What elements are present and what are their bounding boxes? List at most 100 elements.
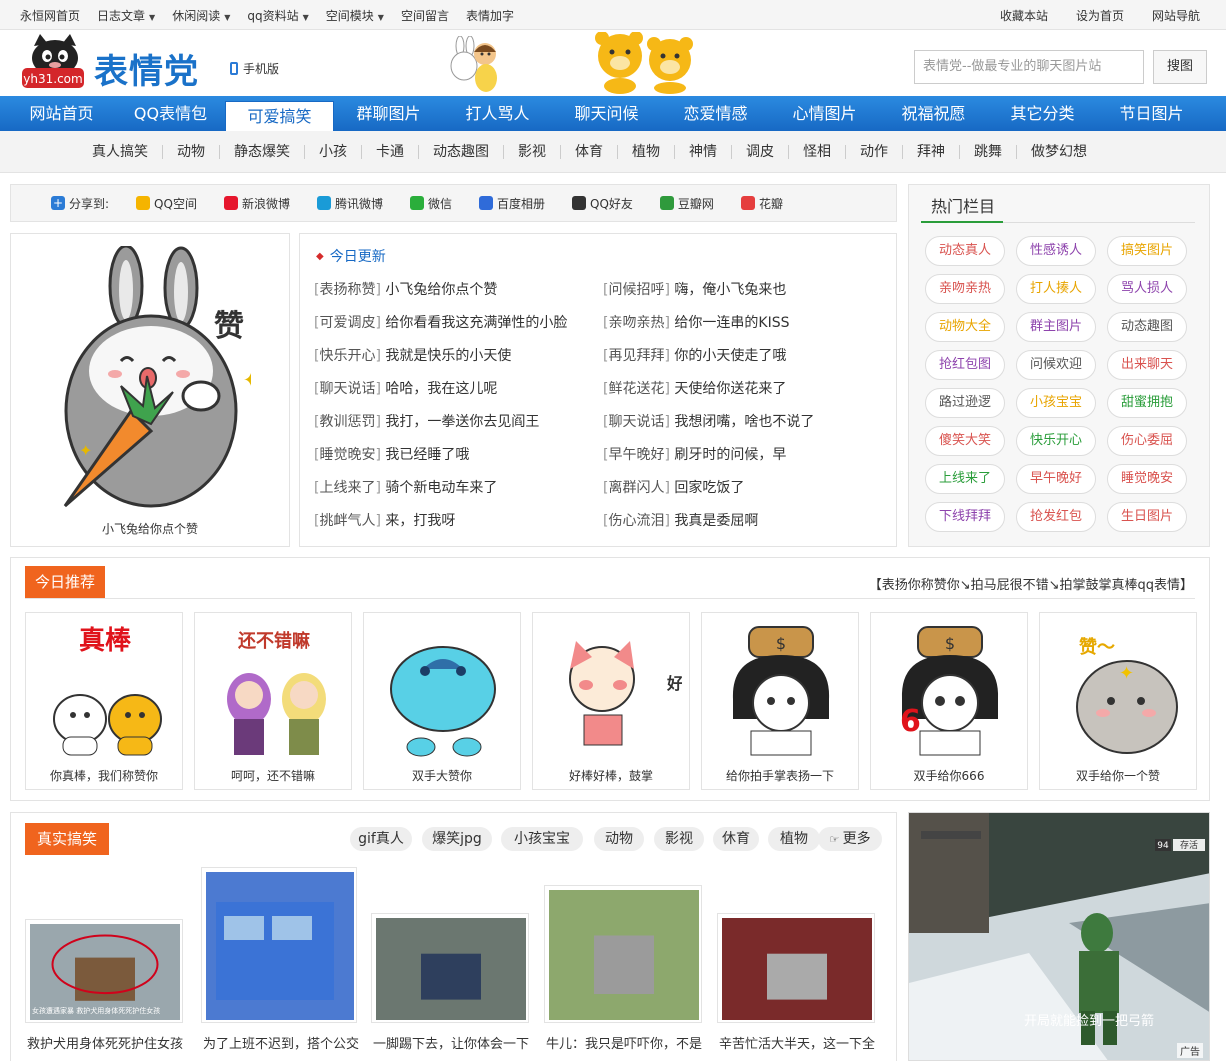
update-text[interactable]: 小飞兔给你点个赞 <box>385 282 497 298</box>
subnav-item[interactable]: 神情 <box>675 144 732 159</box>
update-text[interactable]: 天使给你送花来了 <box>674 381 786 397</box>
update-item[interactable]: [表扬称赞] 小飞兔给你点个赞 <box>314 279 497 299</box>
update-category[interactable]: 上线来了 <box>319 480 375 496</box>
update-text[interactable]: 我就是快乐的小天使 <box>385 348 511 364</box>
hot-tag[interactable]: 打人揍人 <box>1016 274 1096 304</box>
update-item[interactable]: [挑衅气人] 来，打我呀 <box>314 510 455 530</box>
nav-tab[interactable]: 打人骂人 <box>443 96 552 131</box>
subnav-item[interactable]: 卡通 <box>362 144 419 159</box>
update-text[interactable]: 嗨，俺小飞兔来也 <box>674 282 786 298</box>
update-text[interactable]: 来，打我呀 <box>385 513 455 529</box>
subnav-item[interactable]: 体育 <box>561 144 618 159</box>
hot-tag[interactable]: 小孩宝宝 <box>1016 388 1096 418</box>
share-2[interactable]: 腾讯微博 <box>316 195 383 212</box>
hot-tag[interactable]: 性感诱人 <box>1016 236 1096 266</box>
update-category[interactable]: 亲吻亲热 <box>608 315 664 331</box>
recommend-card-caption[interactable]: 呵呵，还不错嘛 <box>195 767 351 784</box>
subnav-item[interactable]: 拜神 <box>903 144 960 159</box>
funny-photo-caption[interactable]: 辛苦忙活大半天，这一下全 <box>719 1033 877 1052</box>
hot-tag[interactable]: 动态真人 <box>925 236 1005 266</box>
nav-tab[interactable]: 聊天问候 <box>552 96 661 131</box>
update-item[interactable]: [教训惩罚] 我打，一拳送你去见阎王 <box>314 411 539 431</box>
funny-tab[interactable]: 休育 <box>713 827 759 851</box>
update-category[interactable]: 聊天说话 <box>319 381 375 397</box>
update-item[interactable]: [亲吻亲热] 给你一连串的KISS <box>603 312 789 332</box>
recommend-card-caption[interactable]: 你真棒，我们称赞你 <box>26 767 182 784</box>
update-category[interactable]: 快乐开心 <box>319 348 375 364</box>
update-item[interactable]: [快乐开心] 我就是快乐的小天使 <box>314 345 511 365</box>
bookmark-link[interactable]: 收藏本站 <box>1000 7 1048 24</box>
nav-tab[interactable]: 其它分类 <box>988 96 1097 131</box>
funny-photo[interactable] <box>544 885 702 1023</box>
recommend-card-caption[interactable]: 好棒好棒，鼓掌 <box>533 767 689 784</box>
subnav-item[interactable]: 影视 <box>504 144 561 159</box>
recommend-card[interactable]: 好棒好棒好棒，鼓掌 <box>532 612 690 790</box>
hot-tag[interactable]: 搞笑图片 <box>1107 236 1187 266</box>
nav-tab[interactable]: 心情图片 <box>770 96 879 131</box>
hot-tag[interactable]: 问候欢迎 <box>1016 350 1096 380</box>
update-text[interactable]: 骑个新电动车来了 <box>385 480 497 496</box>
update-item[interactable]: [可爱调皮] 给你看看我这充满弹性的小脸 <box>314 312 567 332</box>
update-category[interactable]: 离群闪人 <box>608 480 664 496</box>
share-7[interactable]: 花瓣 <box>740 195 783 212</box>
update-category[interactable]: 可爱调皮 <box>319 315 375 331</box>
recommend-card[interactable]: $ 给你拍手掌表扬一下 <box>701 612 859 790</box>
subnav-item[interactable]: 动态趣图 <box>419 144 504 159</box>
game-advertisement[interactable]: 存活 94 开局就能捡到一把弓箭 广告 <box>908 812 1210 1061</box>
hot-tag[interactable]: 抢红包图 <box>925 350 1005 380</box>
feature-caption[interactable]: 小飞兔给你点个赞 <box>11 520 289 537</box>
nav-tab[interactable]: 网站首页 <box>7 96 116 131</box>
update-text[interactable]: 给你看看我这充满弹性的小脸 <box>385 315 567 331</box>
update-text[interactable]: 我已经睡了哦 <box>385 447 469 463</box>
recommend-card[interactable]: 还不错嘛 呵呵，还不错嘛 <box>194 612 352 790</box>
recommend-card[interactable]: 双手大赞你 <box>363 612 521 790</box>
hot-tag[interactable]: 睡觉晚安 <box>1107 464 1187 494</box>
subnav-item[interactable]: 动物 <box>163 144 220 159</box>
funny-tab[interactable]: 影视 <box>654 827 704 851</box>
update-item[interactable]: [睡觉晚安] 我已经睡了哦 <box>314 444 469 464</box>
update-item[interactable]: [问候招呼] 嗨，俺小飞兔来也 <box>603 279 786 299</box>
funny-photo[interactable]: 女孩遭遇家暴 救护犬用身体死死护住女孩 <box>25 919 183 1023</box>
update-text[interactable]: 我想闭嘴，啥也不说了 <box>674 414 814 430</box>
site-nav-link[interactable]: 网站导航 <box>1152 7 1200 24</box>
subnav-item[interactable]: 调皮 <box>732 144 789 159</box>
top-link-messages[interactable]: 空间留言 <box>401 7 449 24</box>
funny-tab[interactable]: 动物 <box>594 827 644 851</box>
share-6[interactable]: 豆瓣网 <box>659 195 714 212</box>
top-link-add-text[interactable]: 表情加字 <box>466 7 514 24</box>
subnav-item[interactable]: 静态爆笑 <box>220 144 305 159</box>
update-item[interactable]: [鲜花送花] 天使给你送花来了 <box>603 378 786 398</box>
update-text[interactable]: 回家吃饭了 <box>674 480 744 496</box>
funny-tab[interactable]: gif真人 <box>350 827 412 851</box>
share-4[interactable]: 百度相册 <box>479 195 545 212</box>
set-homepage-link[interactable]: 设为首页 <box>1076 7 1124 24</box>
update-item[interactable]: [再见拜拜] 你的小天使走了哦 <box>603 345 786 365</box>
share-1[interactable]: 新浪微博 <box>223 195 290 212</box>
logo-text[interactable]: 表情党 <box>94 44 199 93</box>
update-category[interactable]: 鲜花送花 <box>608 381 664 397</box>
funny-photo[interactable] <box>371 913 529 1023</box>
feature-image-box[interactable]: 赞 ✦ ✦ 小飞兔给你点个赞 <box>10 233 290 547</box>
top-link-home[interactable]: 永恒网首页 <box>20 7 80 24</box>
recommend-card-caption[interactable]: 给你拍手掌表扬一下 <box>702 767 858 784</box>
hot-tag[interactable]: 快乐开心 <box>1016 426 1096 456</box>
update-text[interactable]: 你的小天使走了哦 <box>674 348 786 364</box>
recommend-card[interactable]: 真棒 你真棒，我们称赞你 <box>25 612 183 790</box>
nav-tab[interactable]: 可爱搞笑 <box>225 101 334 131</box>
funny-photo-caption[interactable]: 一脚踢下去，让你体会一下 <box>373 1033 531 1052</box>
update-text[interactable]: 给你一连串的KISS <box>674 315 789 331</box>
share-0[interactable]: QQ空间 <box>136 195 197 212</box>
nav-tab[interactable]: 祝福祝愿 <box>879 96 988 131</box>
hot-tag[interactable]: 伤心委屈 <box>1107 426 1187 456</box>
hot-tag[interactable]: 亲吻亲热 <box>925 274 1005 304</box>
update-category[interactable]: 挑衅气人 <box>319 513 375 529</box>
hot-tag[interactable]: 下线拜拜 <box>925 502 1005 532</box>
update-category[interactable]: 早午晚好 <box>608 447 664 463</box>
funny-tab[interactable]: ☞ 更多 <box>818 827 882 851</box>
logo-cat-icon[interactable]: yh31.com <box>20 32 90 94</box>
funny-photo[interactable] <box>717 913 875 1023</box>
update-item[interactable]: [早午晚好] 刷牙时的问候，早 <box>603 444 786 464</box>
top-link-reading[interactable]: 休闲阅读 ▼ <box>172 7 230 24</box>
hot-tag[interactable]: 骂人损人 <box>1107 274 1187 304</box>
update-text[interactable]: 刷牙时的问候，早 <box>674 447 786 463</box>
